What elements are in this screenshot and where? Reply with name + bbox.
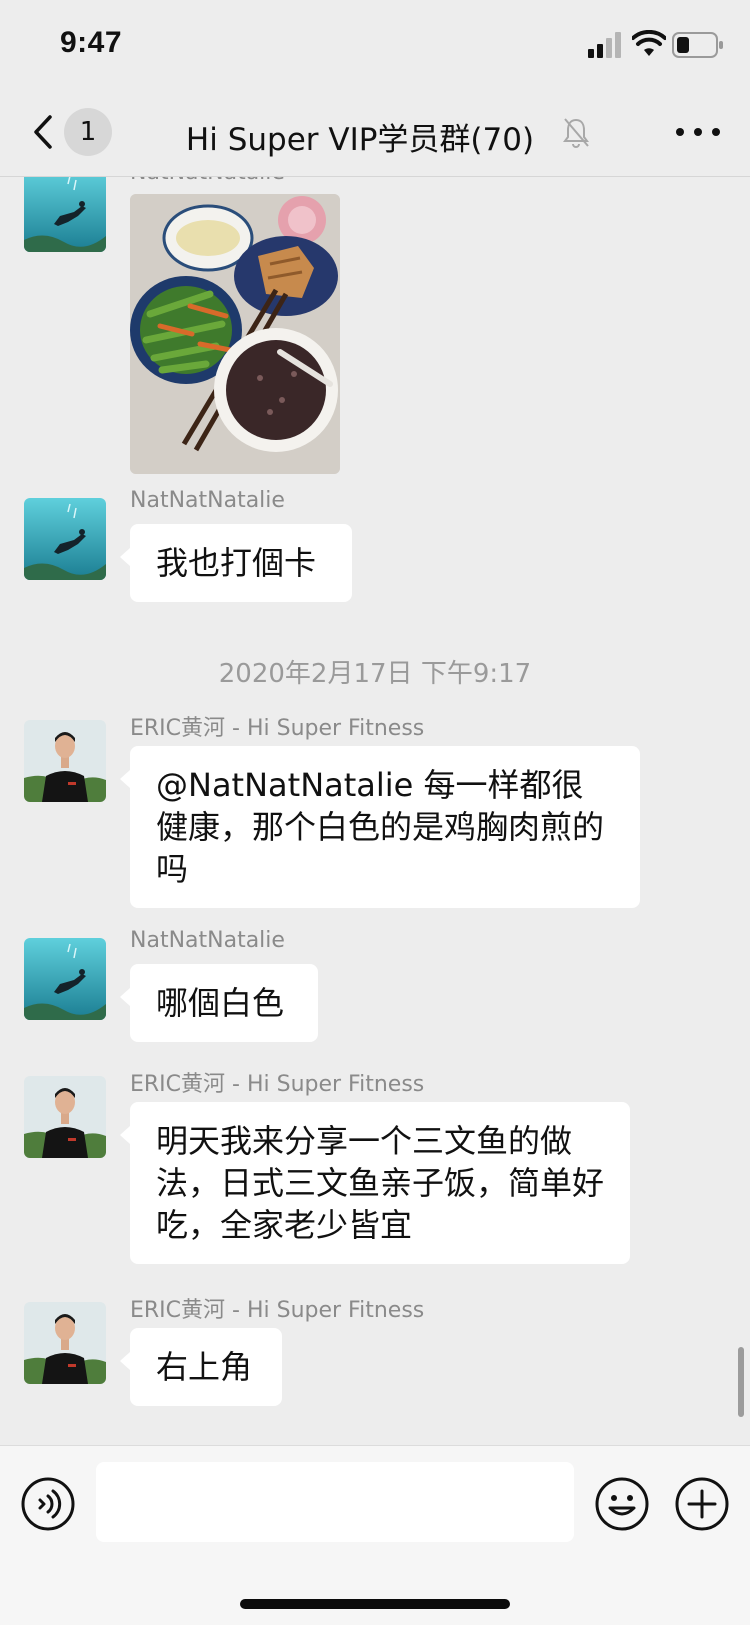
coach-avatar[interactable]	[24, 1302, 106, 1384]
unread-count-badge: 1	[64, 108, 112, 156]
sender-name: NatNatNatalie	[130, 488, 285, 513]
message-timestamp: 2020年2月17日 下午9:17	[218, 659, 532, 689]
sender-name: ERIC黄河 - Hi Super Fitness	[130, 1072, 425, 1097]
coach-avatar[interactable]	[24, 720, 106, 802]
message-bubble[interactable]: 哪個白色	[120, 964, 318, 1042]
sender-name: ERIC黄河 - Hi Super Fitness	[130, 1298, 425, 1323]
diver-avatar[interactable]	[24, 938, 106, 1020]
message-text: 哪個白色	[156, 984, 285, 1022]
message-text: 右上角	[156, 1348, 253, 1386]
input-bar	[0, 1445, 750, 1625]
diver-avatar[interactable]	[24, 177, 106, 252]
message-bubble[interactable]: @NatNatNatalie 每一样都很健康，那个白色的是鸡胸肉煎的吗	[120, 746, 640, 908]
status-time: 9:47	[60, 26, 123, 59]
message-text: @NatNatNatalie 每一样都很健康，那个白色的是鸡胸肉煎的吗	[156, 766, 605, 888]
message-text: 明天我来分享一个三文鱼的做法，日式三文鱼亲子饭，简单好吃，全家老少皆宜	[156, 1122, 605, 1244]
home-indicator[interactable]	[240, 1599, 510, 1609]
more-dots-icon[interactable]	[668, 110, 728, 154]
cellular-signal-icon	[588, 32, 621, 58]
chat-header: 1 Hi Super VIP学员群(70)	[0, 88, 750, 177]
sender-name: ERIC黄河 - Hi Super Fitness	[130, 716, 425, 741]
diver-avatar[interactable]	[24, 498, 106, 580]
battery-icon	[672, 32, 723, 58]
wifi-icon	[632, 30, 666, 56]
emoji-icon[interactable]	[594, 1476, 650, 1532]
chat-message-list[interactable]: NatNatNatalie 我也打個卡 2020年2月17日 下午9:17 ER…	[0, 177, 750, 1445]
back-button[interactable]: 1	[22, 102, 122, 162]
sender-name: NatNatNatalie	[130, 177, 285, 185]
chevron-left-icon	[34, 115, 52, 149]
scrollbar[interactable]	[738, 1347, 744, 1417]
message-bubble[interactable]: 明天我来分享一个三文鱼的做法，日式三文鱼亲子饭，简单好吃，全家老少皆宜	[120, 1102, 630, 1264]
plus-icon[interactable]	[674, 1476, 730, 1532]
message-bubble[interactable]: 我也打個卡	[120, 524, 352, 602]
meal-photo[interactable]	[130, 194, 340, 474]
message-text: 我也打個卡	[156, 544, 317, 582]
coach-avatar[interactable]	[24, 1076, 106, 1158]
status-bar: 9:47	[0, 0, 750, 88]
message-bubble[interactable]: 右上角	[120, 1328, 282, 1406]
sender-name: NatNatNatalie	[130, 928, 285, 953]
message-input[interactable]	[96, 1462, 574, 1542]
bell-muted-icon	[563, 118, 589, 148]
voice-icon[interactable]	[20, 1476, 76, 1532]
chat-title: Hi Super VIP学员群(70)	[185, 122, 535, 158]
